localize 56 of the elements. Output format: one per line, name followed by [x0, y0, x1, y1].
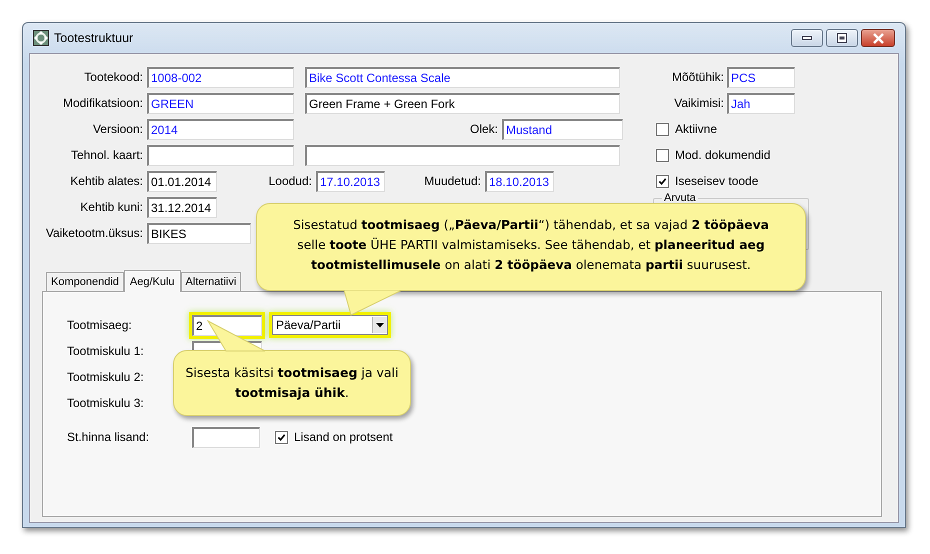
- field-label: Tehnol. kaart:: [70, 148, 143, 162]
- field-label: Olek:: [468, 122, 498, 136]
- field-label: Vaikimisi:: [673, 96, 724, 110]
- text-field[interactable]: BIKES: [147, 222, 251, 244]
- caret-icon: [372, 317, 387, 333]
- checkbox-label: Mod. dokumendid: [675, 148, 770, 162]
- maximize-button[interactable]: [826, 29, 858, 47]
- app-icon: [33, 30, 49, 46]
- tab[interactable]: Komponendid: [46, 272, 124, 291]
- field-label: Kehtib alates:: [69, 174, 143, 188]
- checkbox-label: Lisand on protsent: [294, 430, 393, 444]
- text-field[interactable]: 17.10.2013: [316, 170, 385, 192]
- window-title: Tootestruktuur: [54, 31, 134, 45]
- checkbox[interactable]: [656, 148, 669, 162]
- tab[interactable]: Aeg/Kulu: [124, 270, 181, 292]
- checkbox[interactable]: [656, 174, 669, 188]
- group-title: Arvuta: [662, 192, 698, 204]
- field-label: Versioon:: [92, 122, 143, 136]
- field-label: Vaiketootm.üksus:: [44, 226, 143, 240]
- tab[interactable]: Alternatiivi: [180, 272, 242, 291]
- field-label: Modifikatsioon:: [62, 96, 143, 110]
- text-field[interactable]: 18.10.2013: [485, 170, 554, 192]
- text-field[interactable]: PCS: [727, 66, 795, 88]
- text-field[interactable]: [305, 144, 620, 166]
- maximize-icon: [837, 33, 847, 43]
- field-label: Loodud:: [268, 174, 312, 188]
- text-field[interactable]: 01.01.2014: [147, 170, 217, 192]
- text-field[interactable]: Bike Scott Contessa Scale: [305, 66, 620, 88]
- text-field[interactable]: 2014: [147, 118, 294, 140]
- text-field[interactable]: [192, 426, 260, 448]
- checkbox[interactable]: [656, 122, 669, 136]
- text-field[interactable]: 31.12.2014: [147, 196, 217, 218]
- dropdown[interactable]: Päeva/Partii: [272, 315, 388, 335]
- close-button[interactable]: [861, 29, 895, 47]
- close-icon: [872, 32, 884, 44]
- field-label: Mõõtühik:: [670, 70, 724, 84]
- minimize-button[interactable]: [791, 29, 823, 47]
- field-label: Tootmisaeg:: [67, 318, 133, 332]
- callout-pointer: [206, 320, 266, 352]
- field-label: Tootmiskulu 3:: [67, 396, 145, 410]
- field-label: Tootekood:: [83, 70, 143, 84]
- text-field[interactable]: Green Frame + Green Fork: [305, 92, 620, 114]
- checkbox-label: Iseseisev toode: [675, 174, 758, 188]
- checkbox[interactable]: [275, 430, 288, 444]
- minimize-icon: [802, 36, 812, 40]
- field-label: Tootmiskulu 1:: [67, 344, 145, 358]
- text-field[interactable]: 1008-002: [147, 66, 294, 88]
- field-label: Kehtib kuni:: [79, 200, 143, 214]
- field-label: St.hinna lisand:: [67, 430, 150, 444]
- field-label: Muudetud:: [423, 174, 481, 188]
- text-field[interactable]: GREEN: [147, 92, 294, 114]
- text-field[interactable]: [147, 144, 294, 166]
- checkbox-label: Aktiivne: [675, 122, 718, 136]
- text-field[interactable]: Mustand: [502, 118, 623, 140]
- callout-pointer: [343, 290, 403, 316]
- text-field[interactable]: Jah: [727, 92, 795, 114]
